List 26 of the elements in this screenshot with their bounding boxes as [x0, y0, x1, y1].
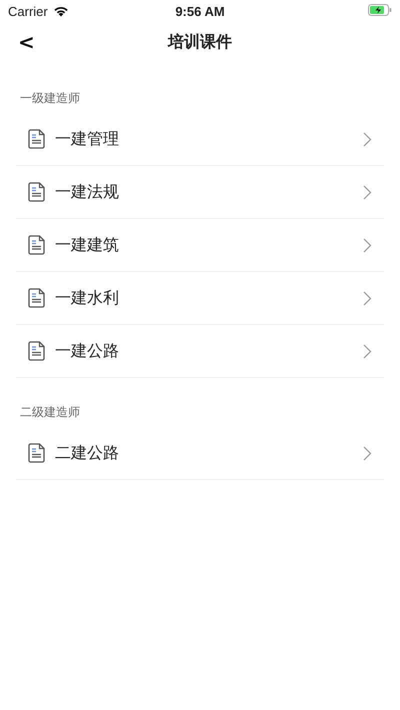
course-list-item[interactable]: 二建公路 — [16, 427, 384, 480]
back-button[interactable]: < — [12, 30, 41, 54]
document-icon — [28, 235, 46, 255]
battery-icon — [368, 4, 392, 16]
chevron-right-icon — [363, 184, 372, 200]
section-header: 二级建造师 — [19, 404, 80, 421]
course-list-item[interactable]: 一建建筑 — [16, 219, 384, 272]
document-icon — [28, 288, 46, 308]
course-list-item[interactable]: 一建水利 — [16, 272, 384, 325]
page-title: 培训课件 — [168, 32, 232, 52]
document-icon — [28, 182, 46, 202]
document-icon — [28, 443, 46, 463]
chevron-right-icon — [363, 238, 372, 252]
chevron-right-icon — [363, 344, 372, 358]
section-header: 一级建造师 — [19, 90, 80, 107]
document-icon — [28, 341, 46, 361]
chevron-right-icon — [363, 132, 372, 146]
course-list-item[interactable]: 一建公路 — [16, 325, 384, 378]
chevron-right-icon — [363, 446, 372, 460]
status-time: 9:56 AM — [175, 4, 225, 18]
course-list-item[interactable]: 一建法规 — [16, 166, 384, 219]
carrier-label: Carrier — [8, 4, 48, 18]
wifi-icon — [52, 5, 69, 17]
chevron-right-icon — [363, 290, 372, 306]
document-icon — [28, 129, 46, 149]
course-list-item[interactable]: 一建管理 — [16, 113, 384, 166]
